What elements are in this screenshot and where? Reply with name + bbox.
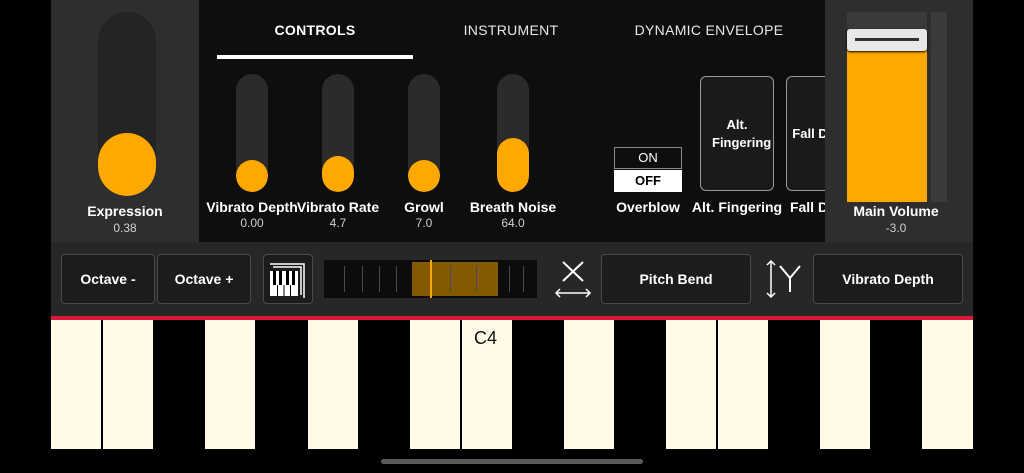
expression-slider[interactable] — [98, 12, 156, 196]
white-key[interactable] — [820, 320, 870, 449]
breath-noise-slider-fill — [497, 138, 529, 192]
white-key[interactable] — [205, 320, 255, 449]
strip-tick — [362, 266, 363, 292]
overblow-on-button[interactable]: ON — [614, 147, 682, 169]
strip-tick — [344, 266, 345, 292]
alt-fingering-label: Alt. Fingering — [691, 199, 783, 215]
note-label: C4 — [474, 328, 498, 348]
visible-range-window[interactable] — [412, 262, 498, 296]
white-key[interactable] — [718, 320, 768, 449]
strip-tick — [379, 266, 380, 292]
alt-fingering-button-label: Alt. Fingering — [712, 116, 772, 150]
main-volume-thumb[interactable] — [847, 29, 927, 51]
overblow-off-button[interactable]: OFF — [614, 170, 682, 192]
black-key[interactable] — [256, 320, 308, 449]
black-key[interactable] — [614, 320, 666, 449]
growl-slider[interactable] — [408, 74, 440, 192]
strip-tick — [476, 266, 477, 292]
keyboard-range-strip[interactable] — [324, 260, 537, 298]
white-key[interactable] — [922, 320, 973, 449]
black-key[interactable] — [512, 320, 564, 449]
white-key[interactable] — [410, 320, 460, 449]
main-volume-meter — [931, 12, 947, 202]
strip-tick — [450, 266, 451, 292]
keyboard-range-button[interactable] — [263, 254, 313, 304]
vibrato-depth-slider-fill — [236, 160, 268, 192]
x-axis-assignment-button[interactable]: Pitch Bend — [601, 254, 751, 304]
alt-fingering-button[interactable]: Alt. Fingering — [700, 76, 774, 191]
y-axis-assignment-button[interactable]: Vibrato Depth — [813, 254, 963, 304]
vibrato-rate-slider-fill — [322, 156, 354, 192]
control-bar: Octave - Octave + Pitch Bend Vibrato Dep… — [51, 242, 973, 316]
white-key[interactable] — [308, 320, 358, 449]
expression-panel: Expression 0.38 — [51, 0, 199, 242]
breath-noise-label: Breath Noise — [469, 199, 557, 215]
breath-noise-slider[interactable] — [497, 74, 529, 192]
black-key[interactable] — [358, 320, 410, 449]
tab-instrument[interactable]: INSTRUMENT — [456, 22, 566, 38]
growl-value: 7.0 — [415, 216, 433, 230]
main-volume-panel: Main Volume -3.0 — [825, 0, 973, 242]
breath-noise-value: 64.0 — [501, 216, 525, 230]
strip-tick — [509, 266, 510, 292]
black-key[interactable] — [153, 320, 205, 449]
app-window: Expression 0.38 CONTROLS INSTRUMENT DYNA… — [51, 0, 973, 449]
white-key[interactable] — [666, 320, 716, 449]
tab-dynamic-envelope[interactable]: DYNAMIC ENVELOPE — [629, 22, 789, 38]
expression-value: 0.38 — [113, 221, 137, 235]
octave-plus-button[interactable]: Octave + — [157, 254, 251, 304]
growl-slider-fill — [408, 160, 440, 192]
black-key[interactable] — [870, 320, 922, 449]
white-key-c4[interactable]: C4 — [462, 320, 512, 449]
strip-tick — [396, 266, 397, 292]
octave-minus-button[interactable]: Octave - — [61, 254, 155, 304]
overblow-label: Overblow — [616, 199, 680, 215]
white-key[interactable] — [103, 320, 153, 449]
main-volume-value: -3.0 — [885, 221, 907, 235]
white-key[interactable] — [564, 320, 614, 449]
strip-position-cursor — [430, 260, 432, 298]
expression-slider-fill — [98, 133, 156, 196]
black-key[interactable] — [768, 320, 820, 449]
vibrato-depth-slider[interactable] — [236, 74, 268, 192]
active-tab-indicator — [217, 55, 413, 59]
controls-panel: CONTROLS INSTRUMENT DYNAMIC ENVELOPE Vib… — [199, 0, 860, 242]
vibrato-rate-slider[interactable] — [322, 74, 354, 192]
tab-controls[interactable]: CONTROLS — [263, 22, 367, 38]
y-axis-icon — [766, 259, 801, 299]
x-axis-icon — [554, 261, 592, 298]
growl-label: Growl — [404, 199, 444, 215]
main-volume-slider-fill — [847, 40, 927, 202]
piano-keyboard: C4 — [51, 320, 973, 449]
strip-tick — [523, 266, 524, 292]
home-indicator[interactable] — [381, 459, 643, 464]
white-key[interactable] — [51, 320, 101, 449]
main-volume-label: Main Volume — [853, 203, 939, 219]
keyboard-icon — [270, 263, 305, 298]
expression-label: Expression — [87, 203, 163, 219]
